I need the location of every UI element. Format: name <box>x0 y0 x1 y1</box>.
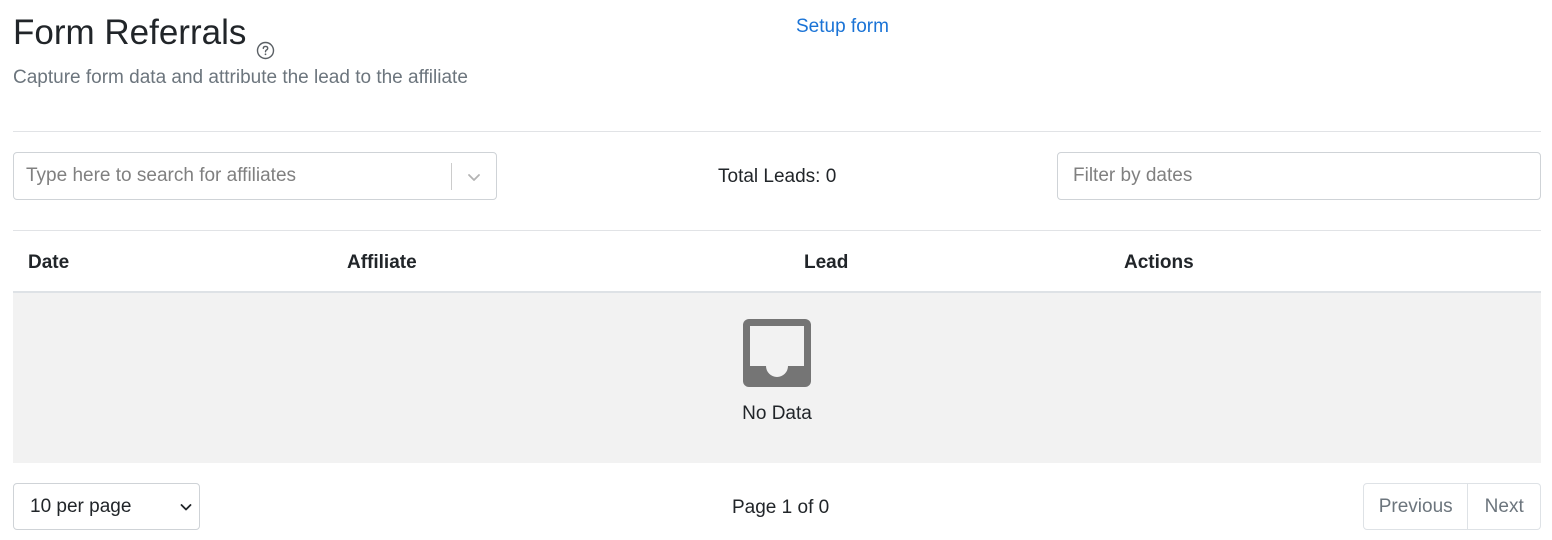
column-header-date[interactable]: Date <box>28 251 69 275</box>
page-info: Page 1 of 0 <box>732 497 830 518</box>
column-header-lead[interactable]: Lead <box>804 251 848 275</box>
chevron-down-icon[interactable] <box>465 168 483 186</box>
page-title-row: Form Referrals <box>13 12 275 59</box>
select-separator <box>451 163 452 190</box>
previous-page-button[interactable]: Previous <box>1363 483 1469 530</box>
next-page-button[interactable]: Next <box>1468 483 1541 530</box>
header-divider <box>13 131 1541 132</box>
per-page-select[interactable]: 10 per page <box>13 483 200 530</box>
column-header-affiliate[interactable]: Affiliate <box>347 251 417 275</box>
no-data-text: No Data <box>742 403 812 424</box>
date-filter-input[interactable] <box>1057 152 1541 200</box>
question-circle-icon[interactable] <box>256 28 275 59</box>
affiliate-search-select[interactable] <box>13 152 497 200</box>
setup-form-link[interactable]: Setup form <box>796 15 889 39</box>
pagination-controls: Previous Next <box>1363 483 1541 530</box>
table-empty-state: No Data <box>13 293 1541 463</box>
form-referrals-page: Form Referrals Setup form Capture form d… <box>0 0 1552 540</box>
affiliate-search-input[interactable] <box>26 161 446 191</box>
table-header: Date Affiliate Lead Actions <box>13 231 1541 293</box>
page-subtitle: Capture form data and attribute the lead… <box>13 67 468 88</box>
column-header-actions: Actions <box>1124 252 1194 273</box>
inbox-icon <box>743 319 811 387</box>
total-leads-count: Total Leads: 0 <box>718 166 837 187</box>
page-title: Form Referrals <box>13 13 247 52</box>
